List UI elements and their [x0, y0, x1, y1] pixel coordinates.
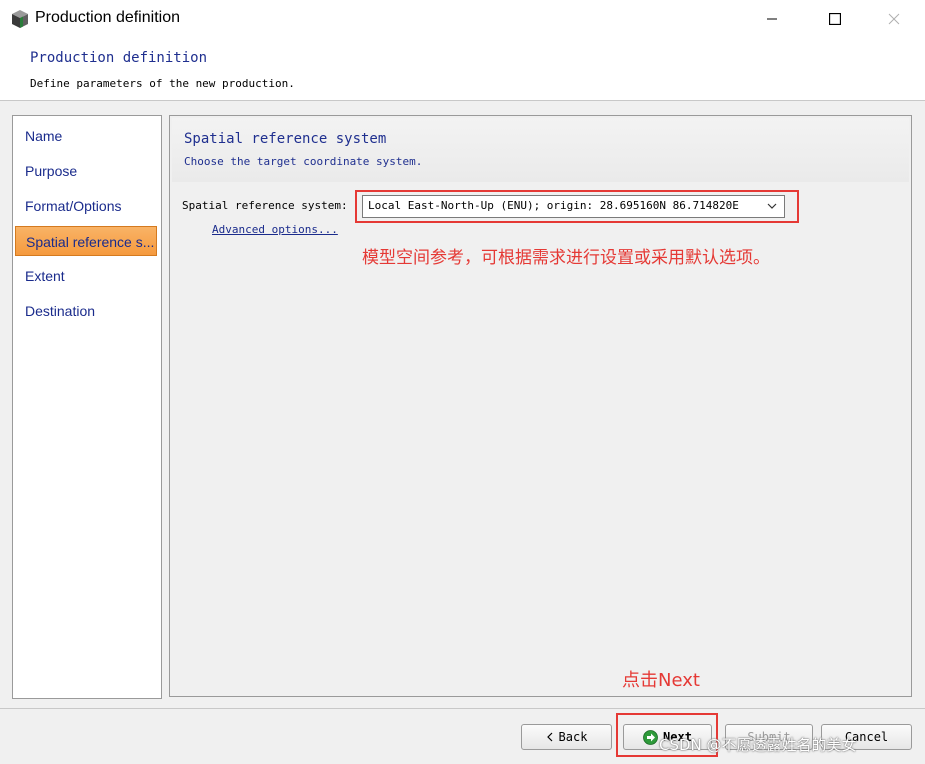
- srs-label: Spatial reference system:: [182, 199, 348, 212]
- back-button[interactable]: Back: [521, 724, 612, 750]
- wizard-step-list: Name Purpose Format/Options Spatial refe…: [12, 115, 162, 699]
- step-extent[interactable]: Extent: [15, 261, 157, 291]
- close-icon: [888, 13, 900, 25]
- content-header: Spatial reference system Choose the targ…: [172, 118, 909, 182]
- back-button-label: Back: [558, 730, 588, 744]
- wizard-header: Production definition Define parameters …: [0, 38, 925, 101]
- content-title: Spatial reference system: [184, 131, 387, 147]
- next-annotation: 点击Next: [622, 670, 700, 691]
- step-destination[interactable]: Destination: [15, 296, 157, 326]
- watermark-text: CSDN @不愿透露姓名的美女: [659, 736, 857, 754]
- chevron-left-icon: [546, 732, 552, 742]
- step-spatial-reference[interactable]: Spatial reference s...: [15, 226, 157, 256]
- step-name[interactable]: Name: [15, 121, 157, 151]
- maximize-icon: [829, 13, 841, 25]
- window-titlebar: Production definition: [0, 0, 925, 38]
- srs-annotation: 模型空间参考，可根据需求进行设置或采用默认选项。: [362, 248, 770, 268]
- step-format-options[interactable]: Format/Options: [15, 191, 157, 221]
- wizard-title: Production definition: [30, 50, 208, 66]
- footer-divider: [0, 708, 925, 709]
- minimize-icon: [767, 18, 777, 20]
- step-purpose[interactable]: Purpose: [15, 156, 157, 186]
- minimize-button[interactable]: [750, 4, 794, 34]
- wizard-subtitle: Define parameters of the new production.: [30, 77, 295, 90]
- maximize-button[interactable]: [813, 4, 857, 34]
- content-subtitle: Choose the target coordinate system.: [184, 155, 423, 168]
- window-title: Production definition: [35, 9, 180, 26]
- close-window-button[interactable]: [872, 4, 916, 34]
- advanced-options-link[interactable]: Advanced options...: [212, 223, 338, 236]
- app-cube-icon: [10, 9, 30, 29]
- highlight-srs-box: [355, 190, 799, 223]
